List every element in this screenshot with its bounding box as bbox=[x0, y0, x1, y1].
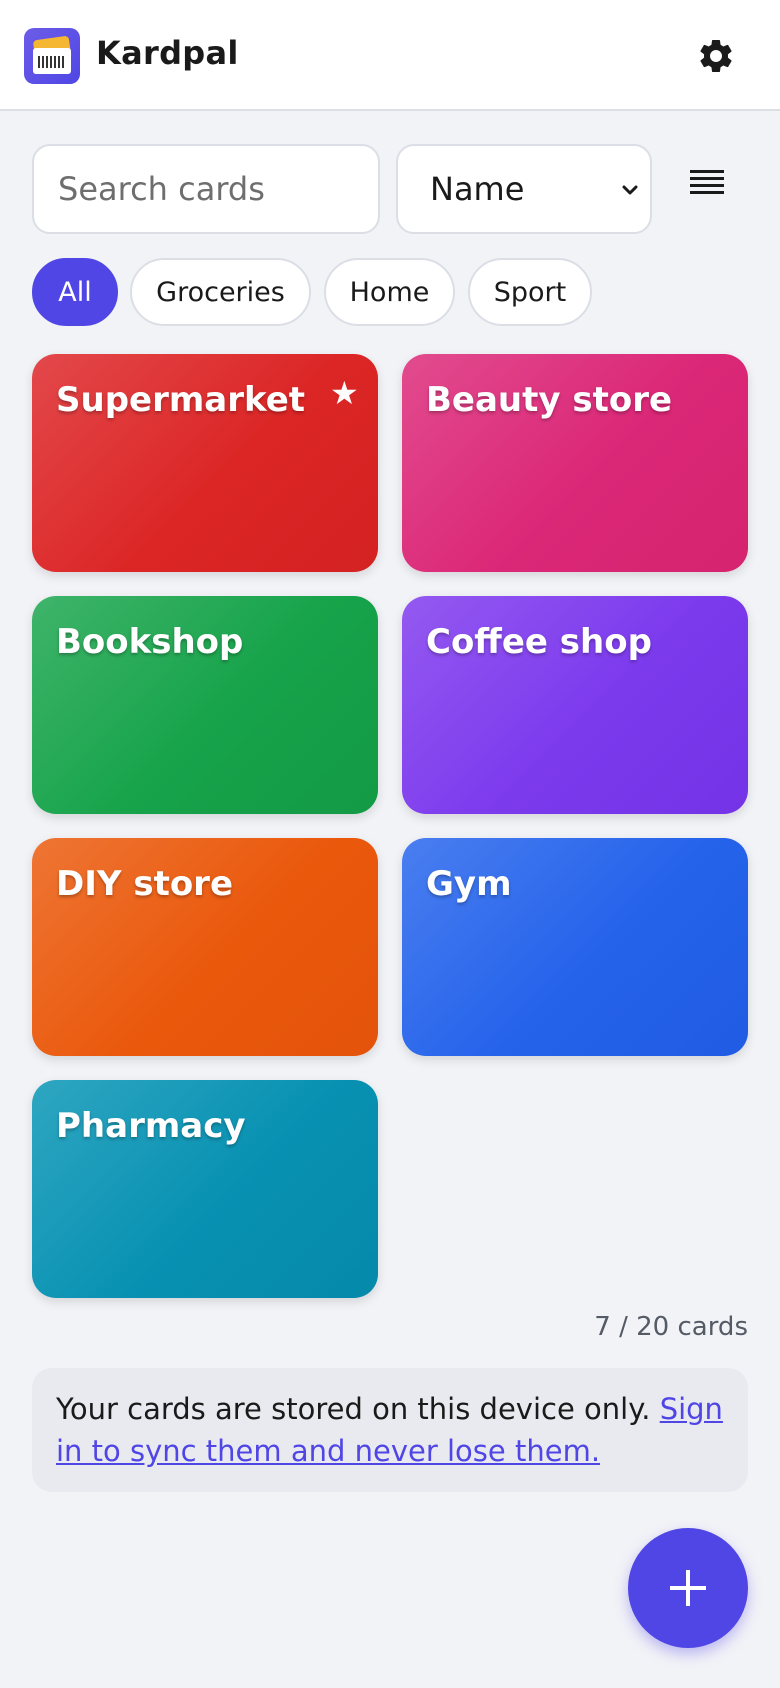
filter-chip-all[interactable]: All bbox=[32, 258, 118, 326]
chevron-down-icon bbox=[622, 185, 638, 195]
sort-selected-value: Name bbox=[430, 170, 525, 208]
loyalty-card[interactable]: DIY store bbox=[32, 838, 378, 1056]
loyalty-card[interactable]: Gym bbox=[402, 838, 748, 1056]
card-name: Gym bbox=[426, 864, 512, 904]
filter-chip-home[interactable]: Home bbox=[324, 258, 455, 326]
card-name: Pharmacy bbox=[56, 1106, 246, 1146]
card-name: Coffee shop bbox=[426, 622, 652, 662]
gear-icon[interactable] bbox=[696, 36, 736, 76]
filter-chip-groceries[interactable]: Groceries bbox=[130, 258, 311, 326]
sync-notice: Your cards are stored on this device onl… bbox=[32, 1368, 748, 1492]
card-name: Beauty store bbox=[426, 380, 673, 420]
filter-chip-sport[interactable]: Sport bbox=[468, 258, 592, 326]
card-name: DIY store bbox=[56, 864, 234, 904]
list-icon[interactable] bbox=[686, 164, 730, 204]
card-count: 7 / 20 cards bbox=[594, 1312, 748, 1342]
notice-text: Your cards are stored on this device onl… bbox=[56, 1392, 651, 1426]
app-title: Kardpal bbox=[96, 34, 239, 72]
loyalty-card[interactable]: Supermarket ★ bbox=[32, 354, 378, 572]
loyalty-card[interactable]: Coffee shop bbox=[402, 596, 748, 814]
sort-select[interactable]: Name bbox=[396, 144, 652, 234]
plus-icon bbox=[670, 1570, 706, 1606]
loyalty-card[interactable]: Pharmacy bbox=[32, 1080, 378, 1298]
star-icon: ★ bbox=[330, 374, 359, 412]
barcode-card-icon bbox=[24, 28, 80, 84]
add-card-button[interactable] bbox=[628, 1528, 748, 1648]
search-input[interactable] bbox=[32, 144, 380, 234]
loyalty-card[interactable]: Bookshop bbox=[32, 596, 378, 814]
app-header: Kardpal bbox=[0, 0, 780, 111]
loyalty-card[interactable]: Beauty store bbox=[402, 354, 748, 572]
card-name: Bookshop bbox=[56, 622, 244, 662]
card-name: Supermarket bbox=[56, 380, 306, 420]
